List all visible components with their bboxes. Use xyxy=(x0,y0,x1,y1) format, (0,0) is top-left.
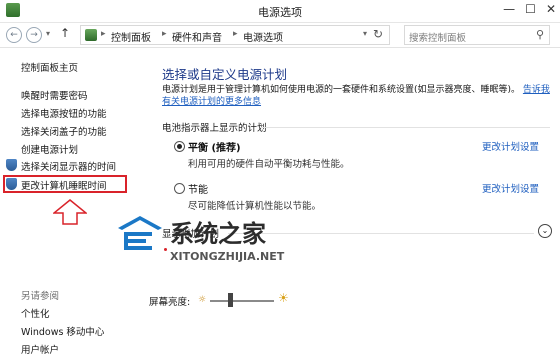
divider xyxy=(260,127,550,128)
nav-close-lid[interactable]: 选择关闭盖子的功能 xyxy=(21,124,107,138)
watermark: 系统之家 XITONGZHIJIA.NET xyxy=(110,206,360,266)
crumb-control-panel[interactable]: 控制面板 xyxy=(111,29,151,44)
battery-plans-label: 电池指示器上显示的计划 xyxy=(162,123,267,134)
bright-sun-icon: ☀ xyxy=(278,291,289,305)
control-panel-icon xyxy=(85,29,97,41)
also-see-heading: 另请参阅 xyxy=(21,291,60,302)
left-nav: 控制面板主页 唤醒时需要密码 选择电源按钮的功能 选择关闭盖子的功能 创建电源计… xyxy=(0,48,150,360)
minimize-icon[interactable]: — xyxy=(503,2,515,16)
watermark-url: XITONGZHIJIA.NET xyxy=(170,250,285,263)
search-input[interactable] xyxy=(405,29,531,48)
nav-user-accounts[interactable]: 用户帐户 xyxy=(21,342,59,356)
window-title: 电源选项 xyxy=(258,6,302,19)
watermark-brand: 系统之家 xyxy=(170,220,266,248)
page-title: 选择或自定义电源计划 xyxy=(162,67,288,82)
brightness-slider[interactable] xyxy=(210,300,274,302)
shield-icon xyxy=(6,159,17,171)
nav-personalization[interactable]: 个性化 xyxy=(21,306,50,320)
refresh-icon[interactable]: ↻ xyxy=(373,27,383,41)
main-panel: 选择或自定义电源计划 电源计划是用于管理计算机如何使用电源的一套硬件和系统设置(… xyxy=(150,48,560,360)
nav-mobility-center[interactable]: Windows 移动中心 xyxy=(21,324,104,338)
dim-sun-icon: ☼ xyxy=(198,295,207,305)
nav-display-off[interactable]: 选择关闭显示器的时间 xyxy=(21,159,116,173)
up-icon[interactable]: ↑ xyxy=(60,26,70,40)
recent-pages-icon[interactable]: ▾ xyxy=(46,29,50,38)
power-saver-change-settings-link[interactable]: 更改计划设置 xyxy=(482,181,539,195)
watermark-logo: 系统之家 XITONGZHIJIA.NET xyxy=(118,216,285,263)
search-box: ⚲ xyxy=(404,25,550,48)
brightness-slider-thumb[interactable] xyxy=(228,293,233,307)
forward-icon[interactable]: → xyxy=(26,27,42,43)
balanced-change-settings-link[interactable]: 更改计划设置 xyxy=(482,139,539,153)
balanced-radio[interactable] xyxy=(174,141,185,152)
red-highlight-box xyxy=(3,175,127,193)
back-icon[interactable]: ← xyxy=(6,27,22,43)
chevron-down-icon[interactable]: ⌄ xyxy=(538,224,552,238)
window-controls: — ☐ ✕ xyxy=(503,2,556,16)
address-dropdown-icon[interactable]: ▾ xyxy=(363,29,367,38)
address-bar: ← → ▾ ↑ ▸ 控制面板 ▸ 硬件和声音 ▸ 电源选项 ▾ ↻ ⚲ xyxy=(0,23,560,48)
crumb-hardware-sound[interactable]: 硬件和声音 xyxy=(172,29,222,44)
nav-power-button[interactable]: 选择电源按钮的功能 xyxy=(21,106,107,120)
nav-require-password[interactable]: 唤醒时需要密码 xyxy=(21,88,88,102)
crumb-power-options[interactable]: 电源选项 xyxy=(243,29,283,44)
title-bar: 电源选项 — ☐ ✕ xyxy=(0,0,560,23)
description-text: 电源计划是用于管理计算机如何使用电源的一套硬件和系统设置(如显示器亮度、睡眠等)… xyxy=(162,85,521,95)
power-saver-radio[interactable] xyxy=(174,183,185,194)
nav-control-panel-home[interactable]: 控制面板主页 xyxy=(21,60,78,74)
power-saver-plan-name[interactable]: 节能 xyxy=(188,181,208,196)
balanced-plan-desc: 利用可用的硬件自动平衡功耗与性能。 xyxy=(188,159,350,170)
breadcrumb[interactable]: ▸ 控制面板 ▸ 硬件和声音 ▸ 电源选项 ▾ ↻ xyxy=(80,25,390,45)
brightness-label: 屏幕亮度: xyxy=(149,297,191,308)
search-icon[interactable]: ⚲ xyxy=(536,28,544,41)
nav-create-plan[interactable]: 创建电源计划 xyxy=(21,142,78,156)
maximize-icon[interactable]: ☐ xyxy=(525,2,536,16)
page-description: 电源计划是用于管理计算机如何使用电源的一套硬件和系统设置(如显示器亮度、睡眠等)… xyxy=(162,84,557,108)
red-arrow-up-icon xyxy=(53,199,87,225)
close-icon[interactable]: ✕ xyxy=(546,2,556,16)
balanced-plan-name[interactable]: 平衡 (推荐) xyxy=(188,139,241,154)
